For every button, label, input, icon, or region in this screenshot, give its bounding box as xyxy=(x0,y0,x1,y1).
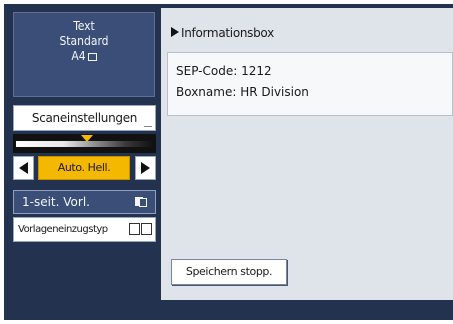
feed-type-icons xyxy=(129,223,152,236)
info-title-text: Informationsbox xyxy=(181,26,274,40)
triangle-right-icon xyxy=(141,162,150,174)
density-lighter-button[interactable] xyxy=(13,156,34,180)
feeder-icon xyxy=(129,223,140,235)
feed-type-label: Vorlageneinzugstyp xyxy=(18,224,108,235)
paper-size-row: A4 xyxy=(14,49,154,64)
paper-orientation-icon xyxy=(87,53,97,61)
bottom-status-strip xyxy=(161,300,453,320)
original-type-button[interactable]: 1-seit. Vorl. xyxy=(13,190,156,214)
feed-type-button[interactable]: Vorlageneinzugstyp xyxy=(13,217,156,242)
box-name-text: Boxname: HR Division xyxy=(176,85,309,99)
scan-settings-button[interactable]: Scaneinstellungen xyxy=(13,105,156,131)
glass-icon xyxy=(141,223,152,235)
paper-size-text: A4 xyxy=(71,49,86,63)
info-panel: Informationsbox SEP-Code: 1212 Boxname: … xyxy=(161,8,453,300)
triangle-right-bullet-icon xyxy=(171,27,179,37)
sep-code-text: SEP-Code: 1212 xyxy=(176,64,272,78)
duplex-pages-icon xyxy=(135,197,147,207)
scan-settings-panel: Text Standard A4 Scaneinstellungen Auto.… xyxy=(8,8,160,320)
density-scale xyxy=(13,134,156,153)
original-type-label: 1-seit. Vorl. xyxy=(22,195,90,209)
scan-quality-text: Standard xyxy=(59,34,109,48)
stop-storing-button[interactable]: Speichern stopp. xyxy=(171,259,287,285)
scan-mode-text: Text xyxy=(73,19,95,33)
scan-status-box: Text Standard A4 xyxy=(13,12,155,97)
density-darker-button[interactable] xyxy=(135,156,156,180)
density-marker-icon xyxy=(81,135,94,142)
info-heading: Informationsbox xyxy=(171,26,274,40)
triangle-left-icon xyxy=(19,162,28,174)
info-box: SEP-Code: 1212 Boxname: HR Division xyxy=(167,52,453,116)
auto-density-button[interactable]: Auto. Hell. xyxy=(38,156,130,180)
copier-screen: Text Standard A4 Scaneinstellungen Auto.… xyxy=(0,0,453,324)
